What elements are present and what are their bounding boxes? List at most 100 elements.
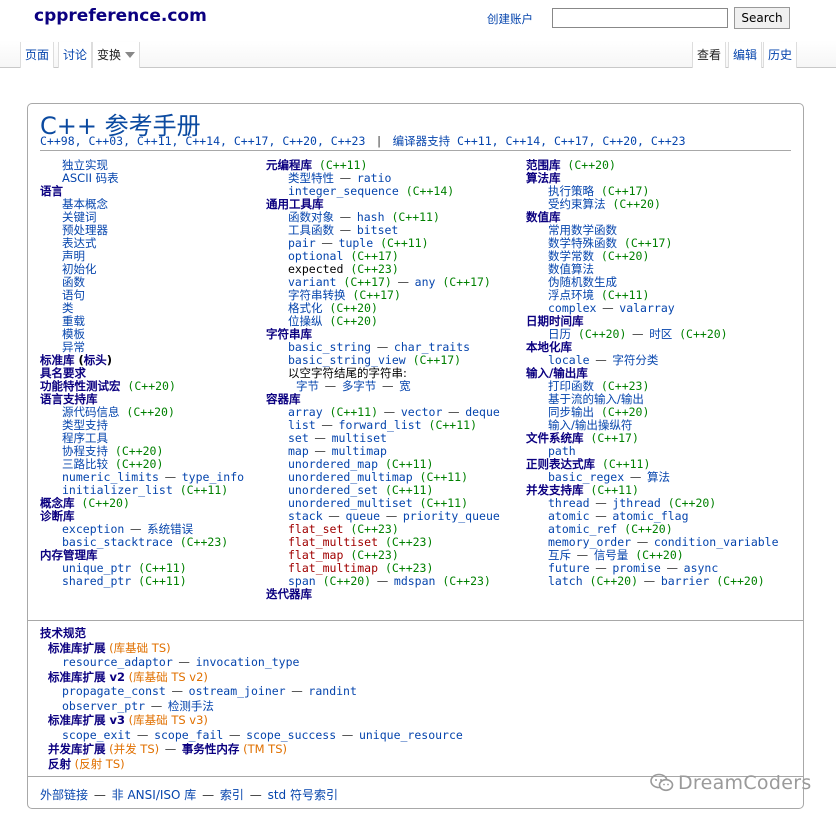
search-input[interactable]: [552, 8, 728, 28]
reference-link[interactable]: barrier: [661, 574, 709, 588]
section-heading-link[interactable]: 输入/输出库: [526, 366, 588, 380]
reference-link[interactable]: condition_variable: [654, 535, 779, 549]
reference-link[interactable]: observer_ptr: [62, 699, 145, 713]
reference-link[interactable]: deque: [465, 405, 500, 419]
reference-link[interactable]: integer_sequence: [288, 184, 399, 198]
section-heading-link[interactable]: 标准库扩展 v2: [48, 670, 125, 684]
reference-link[interactable]: 独立实现: [62, 158, 108, 172]
section-heading-link[interactable]: 并发库扩展: [48, 742, 106, 756]
compiler-support-link[interactable]: 编译器支持 C++11, C++14, C++17, C++20, C++23: [393, 134, 686, 148]
tab-history[interactable]: 历史: [763, 42, 798, 68]
reference-link[interactable]: 索引: [220, 788, 244, 802]
reference-link[interactable]: future: [548, 561, 590, 575]
reference-link[interactable]: basic_string_view: [288, 353, 406, 367]
reference-link[interactable]: 函数对象: [288, 210, 334, 224]
reference-link[interactable]: 信号量: [594, 548, 629, 562]
reference-link[interactable]: 三路比较: [62, 457, 108, 471]
reference-link[interactable]: 数学特殊函数: [548, 236, 617, 250]
reference-link[interactable]: 基本概念: [62, 197, 108, 211]
section-heading-link[interactable]: 技术规范: [40, 626, 86, 640]
section-heading-link[interactable]: 诊断库: [40, 509, 75, 523]
reference-link[interactable]: 位操纵: [288, 314, 323, 328]
reference-link[interactable]: 数学常数: [548, 249, 594, 263]
reference-link[interactable]: 初始化: [62, 262, 97, 276]
reference-link[interactable]: promise: [612, 561, 660, 575]
reference-link[interactable]: 表达式: [62, 236, 97, 250]
section-heading-link[interactable]: 语言: [40, 184, 63, 198]
section-heading-link[interactable]: 功能特性测试宏: [40, 379, 121, 393]
reference-link[interactable]: scope_exit: [62, 728, 131, 742]
reference-link[interactable]: flat_multimap: [288, 561, 378, 575]
reference-link[interactable]: 外部链接: [40, 788, 88, 802]
section-heading-link[interactable]: 元编程库: [266, 158, 312, 172]
tab-discussion[interactable]: 讨论: [58, 42, 93, 68]
tab-page[interactable]: 页面: [20, 42, 55, 68]
reference-link[interactable]: ASCII 码表: [62, 171, 119, 185]
section-heading-link[interactable]: 正则表达式库: [526, 457, 595, 471]
create-account-link[interactable]: 创建账户: [487, 11, 533, 27]
reference-link[interactable]: 字符分类: [612, 353, 658, 367]
reference-link[interactable]: 基于流的输入/输出: [548, 392, 644, 406]
reference-link[interactable]: array: [288, 405, 323, 419]
reference-link[interactable]: 重载: [62, 314, 85, 328]
reference-link[interactable]: unique_ptr: [62, 561, 131, 575]
section-heading-link[interactable]: 标准库: [40, 353, 75, 367]
section-heading-link[interactable]: 本地化库: [526, 340, 572, 354]
reference-link[interactable]: bitset: [357, 223, 399, 237]
reference-link[interactable]: char_traits: [394, 340, 470, 354]
reference-link[interactable]: list: [288, 418, 316, 432]
reference-link[interactable]: resource_adaptor: [62, 655, 173, 669]
reference-link[interactable]: stack: [288, 509, 323, 523]
reference-link[interactable]: 算法: [647, 470, 670, 484]
reference-link[interactable]: unordered_multimap: [288, 470, 413, 484]
section-heading-link[interactable]: 范围库: [526, 158, 561, 172]
section-heading-link[interactable]: 反射: [48, 757, 71, 771]
tab-edit[interactable]: 编辑: [728, 42, 763, 68]
reference-link[interactable]: unordered_multiset: [288, 496, 413, 510]
reference-link[interactable]: 类: [62, 301, 74, 315]
reference-link[interactable]: 字符串转换: [288, 288, 346, 302]
reference-link[interactable]: 检测手法: [168, 699, 214, 713]
section-heading-link[interactable]: 日期时间库: [526, 314, 584, 328]
reference-link[interactable]: 字节: [296, 379, 319, 393]
reference-link[interactable]: numeric_limits: [62, 470, 159, 484]
reference-link[interactable]: async: [684, 561, 719, 575]
section-heading-link[interactable]: 标准库扩展: [48, 641, 106, 655]
reference-link[interactable]: 宽: [399, 379, 411, 393]
reference-link[interactable]: 常用数学函数: [548, 223, 617, 237]
section-heading-link[interactable]: 语言支持库: [40, 392, 98, 406]
reference-link[interactable]: span: [288, 574, 316, 588]
section-heading-link[interactable]: 概念库: [40, 496, 75, 510]
section-heading-link[interactable]: 标准库扩展 v3: [48, 713, 125, 727]
reference-link[interactable]: std 符号索引: [268, 788, 338, 802]
reference-link[interactable]: queue: [345, 509, 380, 523]
reference-link[interactable]: ostream_joiner: [189, 684, 286, 698]
section-heading-link[interactable]: 容器库: [266, 392, 301, 406]
section-heading-link[interactable]: 具名要求: [40, 366, 86, 380]
reference-link[interactable]: unique_resource: [359, 728, 463, 742]
section-heading-link[interactable]: 标头: [84, 353, 107, 367]
reference-link[interactable]: 程序工具: [62, 431, 108, 445]
reference-link[interactable]: tuple: [339, 236, 374, 250]
reference-link[interactable]: set: [288, 431, 309, 445]
reference-link[interactable]: 协程支持: [62, 444, 108, 458]
section-heading-link[interactable]: 文件系统库: [526, 431, 584, 445]
reference-link[interactable]: 互斥: [548, 548, 571, 562]
reference-link[interactable]: jthread: [612, 496, 660, 510]
reference-link[interactable]: flat_multiset: [288, 535, 378, 549]
section-heading-link[interactable]: 事务性内存: [182, 742, 240, 756]
reference-link[interactable]: flat_set: [288, 522, 343, 536]
reference-link[interactable]: memory_order: [548, 535, 631, 549]
section-heading-link[interactable]: 字符串库: [266, 327, 312, 341]
reference-link[interactable]: exception: [62, 522, 124, 536]
reference-link[interactable]: 类型支持: [62, 418, 108, 432]
reference-link[interactable]: mdspan: [394, 574, 436, 588]
tab-view[interactable]: 查看: [692, 42, 727, 68]
reference-link[interactable]: hash: [357, 210, 385, 224]
reference-link[interactable]: forward_list: [339, 418, 422, 432]
reference-link[interactable]: 日历: [548, 327, 571, 341]
reference-link[interactable]: 时区: [649, 327, 672, 341]
reference-link[interactable]: 异常: [62, 340, 85, 354]
reference-link[interactable]: multimap: [332, 444, 387, 458]
reference-link[interactable]: flat_map: [288, 548, 343, 562]
